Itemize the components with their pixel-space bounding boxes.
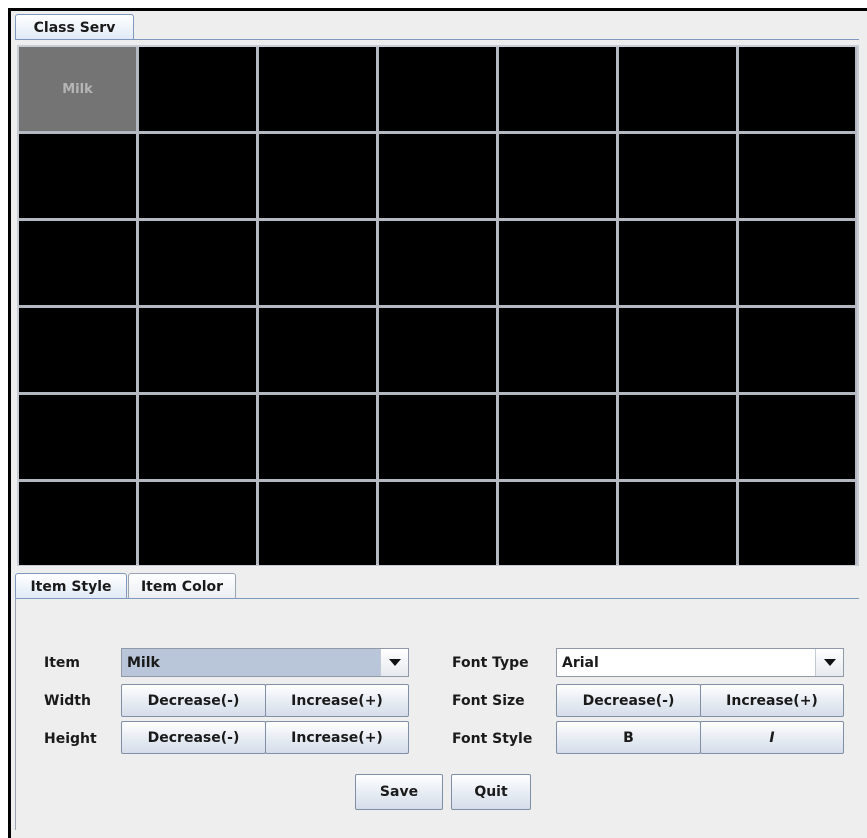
tab-item-style-label: Item Style bbox=[30, 578, 112, 595]
save-button[interactable]: Save bbox=[355, 774, 443, 810]
grid-cell[interactable] bbox=[19, 308, 136, 392]
grid-cell[interactable] bbox=[139, 47, 256, 131]
font-size-increase-button[interactable]: Increase(+) bbox=[700, 684, 844, 717]
grid-cell[interactable] bbox=[259, 221, 376, 305]
width-decrease-button[interactable]: Decrease(-) bbox=[121, 684, 266, 717]
font-type-select[interactable]: Arial bbox=[556, 648, 844, 677]
grid-cell[interactable]: Milk bbox=[19, 47, 136, 131]
grid-cell[interactable] bbox=[259, 395, 376, 479]
grid-cell[interactable] bbox=[499, 221, 616, 305]
grid-cell[interactable] bbox=[139, 308, 256, 392]
tab-class-serv-label: Class Serv bbox=[33, 19, 116, 36]
tab-class-serv[interactable]: Class Serv bbox=[15, 14, 134, 40]
height-label: Height bbox=[44, 731, 97, 747]
item-select[interactable]: Milk bbox=[121, 648, 409, 677]
grid-cell[interactable] bbox=[499, 134, 616, 218]
chevron-down-icon[interactable] bbox=[380, 649, 408, 676]
grid-cell[interactable] bbox=[739, 308, 855, 392]
grid-cell[interactable] bbox=[259, 482, 376, 565]
grid-cell[interactable] bbox=[139, 482, 256, 565]
grid-cell[interactable] bbox=[259, 134, 376, 218]
grid-cell[interactable] bbox=[739, 221, 855, 305]
font-size-decrease-button[interactable]: Decrease(-) bbox=[556, 684, 701, 717]
tab-item-color[interactable]: Item Color bbox=[128, 573, 236, 599]
item-grid: Milk bbox=[17, 45, 859, 566]
width-label: Width bbox=[44, 693, 91, 709]
grid-cell[interactable] bbox=[619, 308, 736, 392]
grid-cell[interactable] bbox=[619, 47, 736, 131]
grid-cell[interactable] bbox=[259, 47, 376, 131]
grid-cell[interactable] bbox=[139, 134, 256, 218]
grid-cell[interactable] bbox=[619, 134, 736, 218]
bold-button[interactable]: B bbox=[556, 721, 701, 754]
grid-cell[interactable] bbox=[499, 395, 616, 479]
height-decrease-button[interactable]: Decrease(-) bbox=[121, 721, 266, 754]
grid-cell-label: Milk bbox=[62, 81, 93, 97]
grid-cell[interactable] bbox=[619, 395, 736, 479]
item-select-value: Milk bbox=[122, 649, 380, 676]
item-label: Item bbox=[44, 655, 80, 671]
italic-button[interactable]: I bbox=[700, 721, 844, 754]
grid-cell[interactable] bbox=[19, 395, 136, 479]
font-type-select-value: Arial bbox=[562, 654, 599, 671]
height-increase-button[interactable]: Increase(+) bbox=[265, 721, 409, 754]
grid-cell[interactable] bbox=[739, 482, 855, 565]
tab-divider bbox=[15, 39, 859, 40]
grid-cell[interactable] bbox=[259, 308, 376, 392]
width-increase-button[interactable]: Increase(+) bbox=[265, 684, 409, 717]
grid-cell[interactable] bbox=[379, 395, 496, 479]
tab-item-style[interactable]: Item Style bbox=[15, 573, 127, 599]
tab-item-color-label: Item Color bbox=[140, 578, 224, 595]
chevron-down-icon[interactable] bbox=[815, 649, 843, 676]
grid-cell[interactable] bbox=[139, 221, 256, 305]
grid-cell[interactable] bbox=[739, 395, 855, 479]
grid-cell[interactable] bbox=[739, 47, 855, 131]
grid-cell[interactable] bbox=[379, 221, 496, 305]
grid-cell[interactable] bbox=[19, 221, 136, 305]
grid-cell[interactable] bbox=[19, 134, 136, 218]
grid-cell[interactable] bbox=[619, 482, 736, 565]
font-size-label: Font Size bbox=[452, 693, 525, 709]
grid-cell[interactable] bbox=[739, 134, 855, 218]
font-style-label: Font Style bbox=[452, 731, 533, 747]
grid-cell[interactable] bbox=[379, 482, 496, 565]
grid-cell[interactable] bbox=[379, 47, 496, 131]
grid-cell[interactable] bbox=[499, 482, 616, 565]
grid-cell[interactable] bbox=[19, 482, 136, 565]
grid-cell[interactable] bbox=[139, 395, 256, 479]
font-type-label: Font Type bbox=[452, 655, 529, 671]
grid-cell[interactable] bbox=[499, 308, 616, 392]
grid-cell[interactable] bbox=[379, 134, 496, 218]
grid-cell[interactable] bbox=[619, 221, 736, 305]
grid-cell[interactable] bbox=[379, 308, 496, 392]
quit-button[interactable]: Quit bbox=[451, 774, 531, 810]
grid-cell[interactable] bbox=[499, 47, 616, 131]
